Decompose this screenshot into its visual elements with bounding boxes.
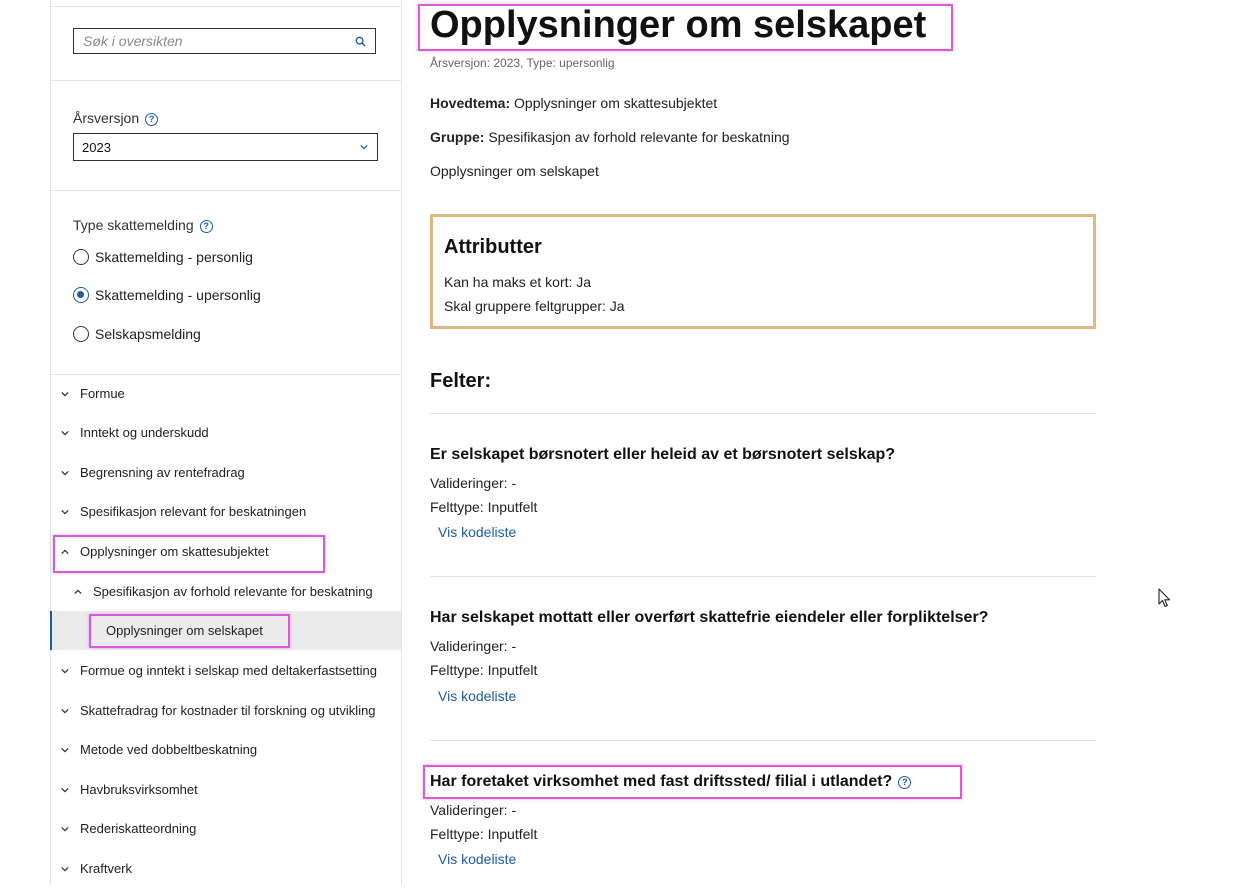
page-meta: Årsversjon: 2023, Type: upersonlig <box>430 56 615 70</box>
attributes-box: Attributter Kan ha maks et kort: Ja Skal… <box>430 214 1096 329</box>
attribute-row: Kan ha maks et kort: Ja <box>444 274 592 290</box>
attribute-row: Skal gruppere feltgrupper: Ja <box>444 298 625 314</box>
type-label: Type skattemelding <box>73 217 194 233</box>
radio-button-checked[interactable] <box>73 287 89 303</box>
year-select[interactable]: 2023 <box>73 133 378 161</box>
gruppe-value: Spesifikasjon av forhold relevante for b… <box>488 129 790 145</box>
field-validation: Valideringer: - <box>430 802 517 818</box>
nav-label: Havbruksvirksomhet <box>80 782 198 797</box>
nav-item-metode-dobbeltbeskatning[interactable]: Metode ved dobbeltbeskatning <box>51 730 400 769</box>
chevron-down-icon <box>61 708 69 713</box>
page-title: Opplysninger om selskapet <box>430 4 927 46</box>
radio-label: Selskapsmelding <box>95 326 201 342</box>
field-title: Er selskapet børsnotert eller heleid av … <box>430 446 896 463</box>
chevron-up-icon <box>74 589 82 594</box>
nav-item-inntekt[interactable]: Inntekt og underskudd <box>51 413 400 452</box>
mouse-cursor-icon <box>1158 588 1171 608</box>
chevron-down-icon <box>61 470 69 475</box>
divider <box>430 413 1096 414</box>
chevron-down-icon <box>360 144 368 150</box>
nav-label: Spesifikasjon relevant for beskatningen <box>80 504 307 519</box>
gruppe-label: Gruppe: <box>430 129 485 145</box>
field-title: Har selskapet mottatt eller overført ska… <box>430 609 989 626</box>
search-box[interactable] <box>73 28 376 54</box>
chevron-down-icon <box>61 747 69 752</box>
nav-item-kraftverk[interactable]: Kraftverk <box>51 849 400 888</box>
chevron-down-icon <box>61 826 69 831</box>
divider <box>51 80 401 81</box>
year-select-value: 2023 <box>82 140 111 155</box>
field-type: Felttype: Inputfelt <box>430 499 538 515</box>
field-title: Har foretaket virksomhet med fast drifts… <box>430 773 893 790</box>
chevron-down-icon <box>61 430 69 435</box>
radio-personlig[interactable]: Skattemelding - personlig <box>73 249 253 265</box>
year-label-row: Årsversjon? <box>73 110 159 126</box>
fields-heading: Felter: <box>430 370 492 392</box>
divider <box>430 740 1096 741</box>
chevron-down-icon <box>61 509 69 514</box>
nav-item-formue[interactable]: Formue <box>51 374 400 413</box>
radio-upersonlig[interactable]: Skattemelding - upersonlig <box>73 287 261 303</box>
sidebar-top-divider <box>51 6 401 7</box>
field-title-row: Har foretaket virksomhet med fast drifts… <box>430 773 912 791</box>
nav-label: Kraftverk <box>80 861 133 876</box>
nav-label: Spesifikasjon av forhold relevante for b… <box>93 584 373 599</box>
radio-label: Skattemelding - upersonlig <box>95 287 261 303</box>
nav-label: Rederiskatteordning <box>80 821 197 836</box>
chevron-down-icon <box>61 668 69 673</box>
radio-button[interactable] <box>73 249 89 265</box>
sidebar: Årsversjon? 2023 Type skattemelding? Ska… <box>50 0 402 885</box>
vis-kodeliste-link[interactable]: Vis kodeliste <box>438 688 516 704</box>
nav-label: Skattefradrag for kostnader til forsknin… <box>80 703 376 718</box>
nav-item-skattefradrag-fou[interactable]: Skattefradrag for kostnader til forsknin… <box>51 691 400 730</box>
chevron-down-icon <box>61 391 69 396</box>
hovedtema-label: Hovedtema: <box>430 95 511 111</box>
search-icon[interactable] <box>355 36 366 47</box>
vis-kodeliste-link[interactable]: Vis kodeliste <box>438 851 516 867</box>
chevron-down-icon <box>61 787 69 792</box>
radio-selskapsmelding[interactable]: Selskapsmelding <box>73 326 201 342</box>
type-label-row: Type skattemelding? <box>73 217 213 233</box>
nav-item-havbruk[interactable]: Havbruksvirksomhet <box>51 770 400 809</box>
radio-label: Skattemelding - personlig <box>95 249 253 265</box>
nav-label: Formue og inntekt i selskap med deltaker… <box>80 663 377 678</box>
field-validation: Valideringer: - <box>430 475 517 491</box>
vis-kodeliste-link[interactable]: Vis kodeliste <box>438 524 516 540</box>
nav-item-opplysninger-skattesubjektet[interactable]: Opplysninger om skattesubjektet <box>51 532 400 571</box>
nav-label: Opplysninger om skattesubjektet <box>80 544 269 559</box>
nav-label: Formue <box>80 386 125 401</box>
nav-item-opplysninger-selskapet[interactable]: Opplysninger om selskapet <box>50 611 401 650</box>
divider <box>430 576 1096 577</box>
search-input[interactable] <box>74 29 353 53</box>
year-label: Årsversjon <box>73 110 140 126</box>
nav-label: Metode ved dobbeltbeskatning <box>80 742 258 757</box>
nav-item-begrensning[interactable]: Begrensning av rentefradrag <box>51 453 400 492</box>
nav-item-rederiskatt[interactable]: Rederiskatteordning <box>51 809 400 848</box>
help-icon[interactable]: ? <box>145 113 159 126</box>
chevron-down-icon <box>61 866 69 871</box>
nav-item-spesifikasjon[interactable]: Spesifikasjon relevant for beskatningen <box>51 492 400 531</box>
field-type: Felttype: Inputfelt <box>430 826 538 842</box>
attributes-heading: Attributter <box>444 236 542 258</box>
field-type: Felttype: Inputfelt <box>430 662 538 678</box>
nav-item-spesifikasjon-forhold[interactable]: Spesifikasjon av forhold relevante for b… <box>51 572 400 611</box>
help-icon[interactable]: ? <box>199 220 213 233</box>
description: Opplysninger om selskapet <box>430 163 599 179</box>
nav-label: Inntekt og underskudd <box>80 425 209 440</box>
nav-label: Opplysninger om selskapet <box>106 623 263 638</box>
hovedtema-value: Opplysninger om skattesubjektet <box>514 95 718 111</box>
nav-label: Begrensning av rentefradrag <box>80 465 245 480</box>
field-validation: Valideringer: - <box>430 638 517 654</box>
gruppe-row: Gruppe: Spesifikasjon av forhold relevan… <box>430 129 790 145</box>
nav-item-formue-inntekt-deltaker[interactable]: Formue og inntekt i selskap med deltaker… <box>51 651 400 690</box>
help-icon[interactable]: ? <box>898 776 912 789</box>
divider <box>51 190 401 191</box>
chevron-up-icon <box>61 549 69 554</box>
hovedtema-row: Hovedtema: Opplysninger om skattesubjekt… <box>430 95 717 111</box>
radio-button[interactable] <box>73 326 89 342</box>
